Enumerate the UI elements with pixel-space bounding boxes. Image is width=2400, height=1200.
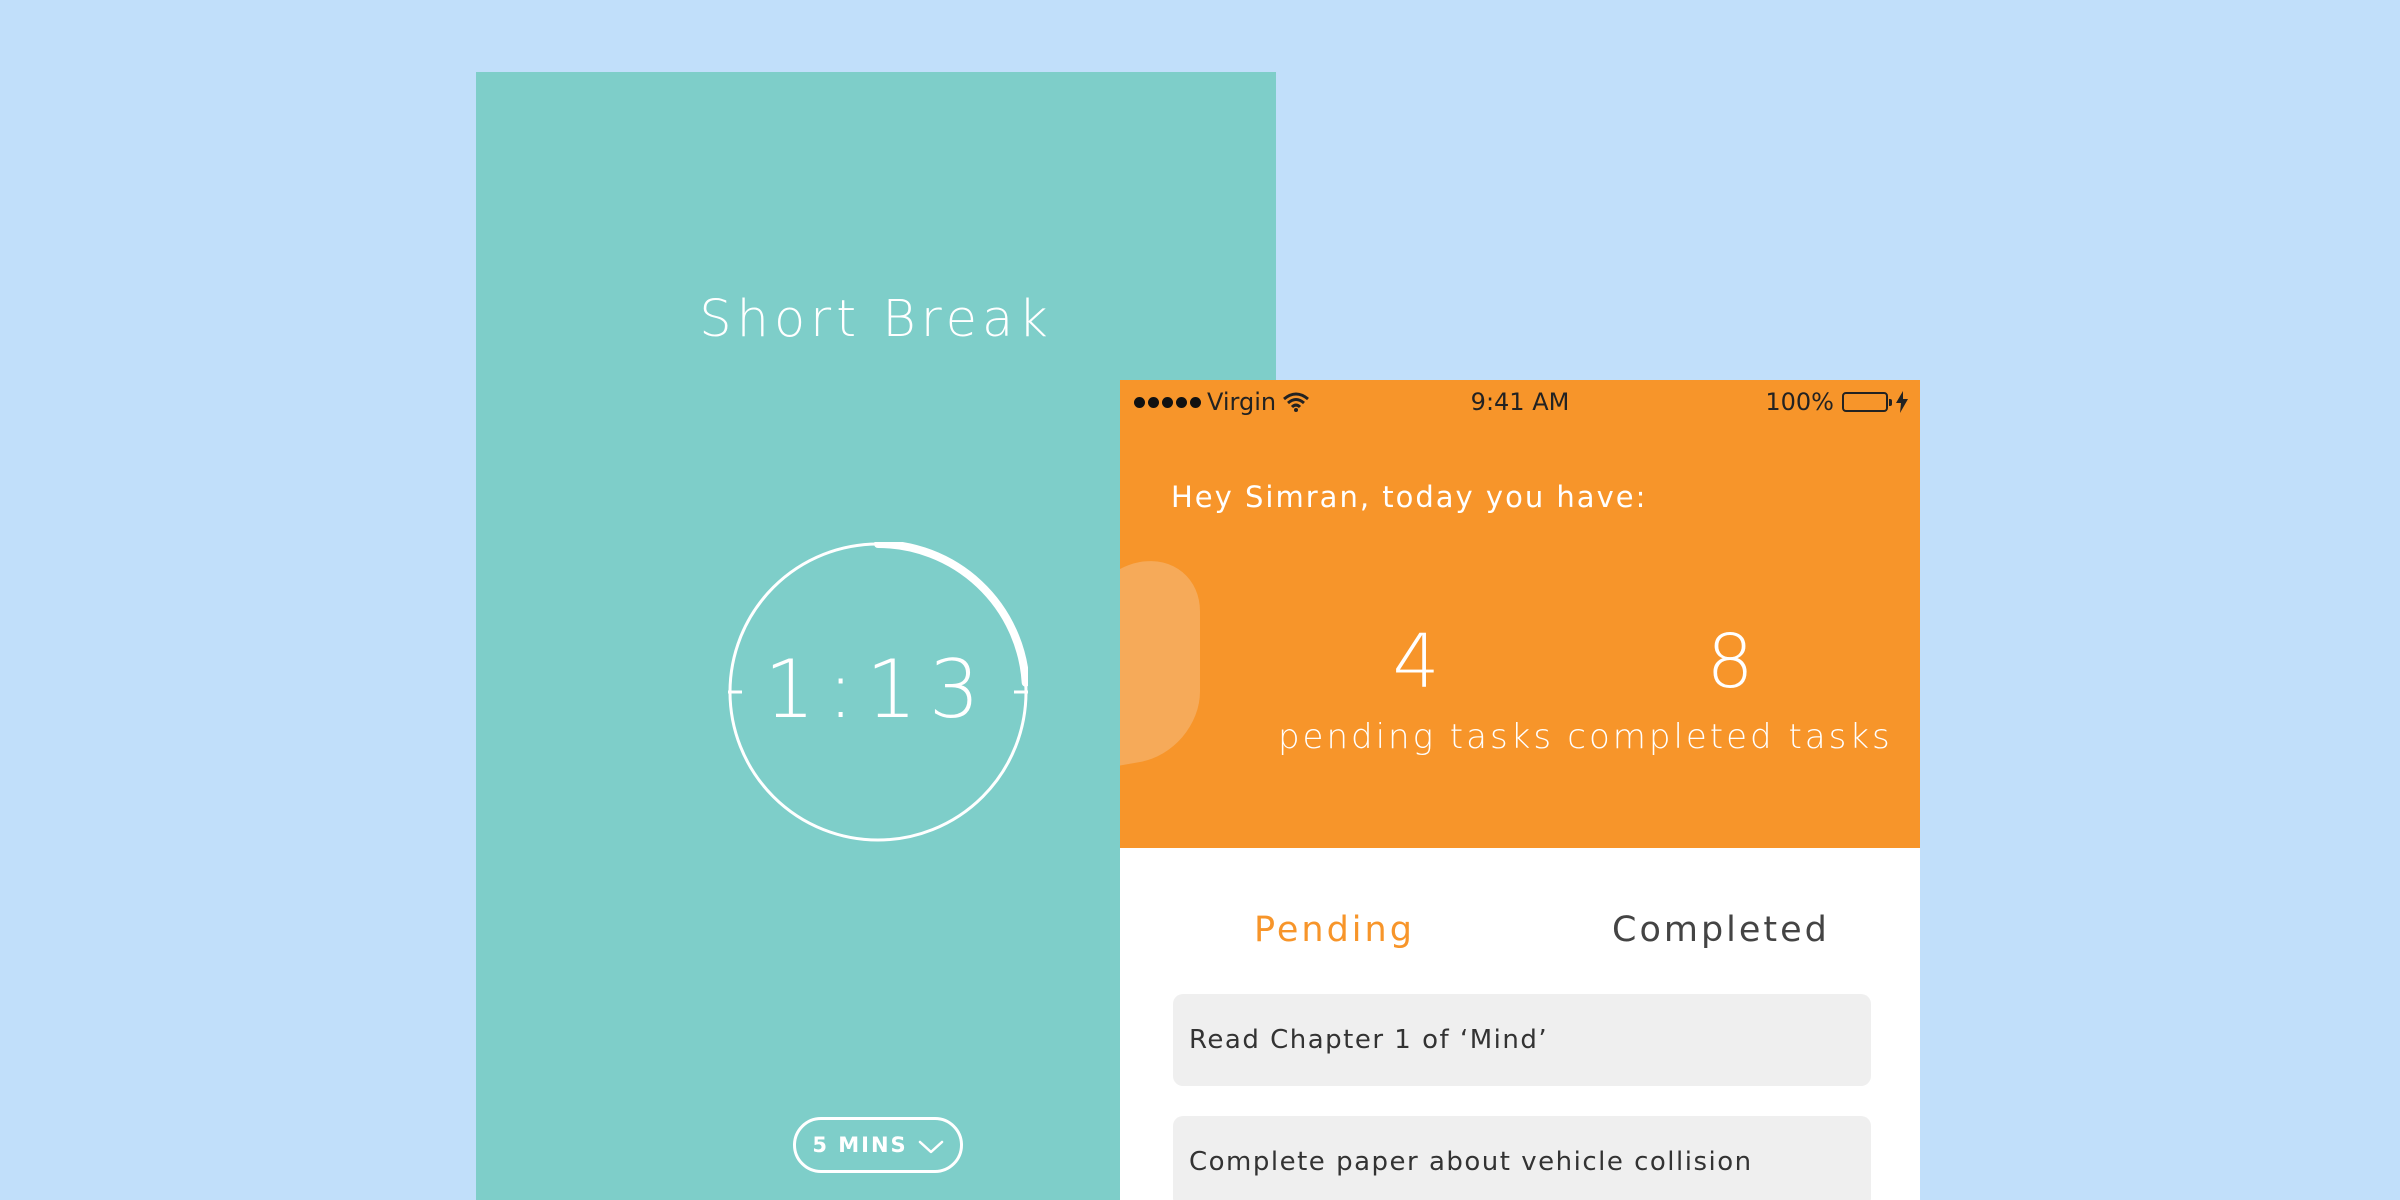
task-title: Complete paper about vehicle collision xyxy=(1189,1147,1753,1177)
completed-label: completed tasks xyxy=(1567,717,1893,757)
timer-countdown: 1:13 xyxy=(764,643,992,736)
greeting-text: Hey Simran, today you have: xyxy=(1171,480,1648,514)
duration-label: 5 MINS xyxy=(812,1133,908,1157)
task-item[interactable]: Read Chapter 1 of ‘Mind’ xyxy=(1173,994,1871,1086)
battery-icon xyxy=(1842,392,1892,412)
tab-completed[interactable]: Completed xyxy=(1612,910,1830,950)
completed-count: 8 xyxy=(1706,619,1754,705)
tasks-header: Virgin 9:41 AM 100% Hey Simran, today yo… xyxy=(1120,380,1920,848)
charging-bolt-icon xyxy=(1896,391,1908,413)
completed-stat: 8 completed tasks xyxy=(1495,625,1920,757)
tab-pending[interactable]: Pending xyxy=(1254,910,1415,950)
task-title: Read Chapter 1 of ‘Mind’ xyxy=(1189,1025,1549,1055)
chevron-down-icon xyxy=(918,1140,943,1154)
decorative-blob xyxy=(1120,551,1200,773)
battery-percentage: 100% xyxy=(1765,388,1834,416)
task-item[interactable]: Complete paper about vehicle collision xyxy=(1173,1116,1871,1200)
task-tabs: Pending Completed xyxy=(1120,848,1920,988)
timer-title: Short Break xyxy=(699,290,1053,349)
status-right: 100% xyxy=(1765,388,1908,416)
status-bar: Virgin 9:41 AM 100% xyxy=(1120,380,1920,424)
duration-select-button[interactable]: 5 MINS xyxy=(793,1117,963,1173)
tasks-screen: Virgin 9:41 AM 100% Hey Simran, today yo… xyxy=(1120,380,1920,1200)
